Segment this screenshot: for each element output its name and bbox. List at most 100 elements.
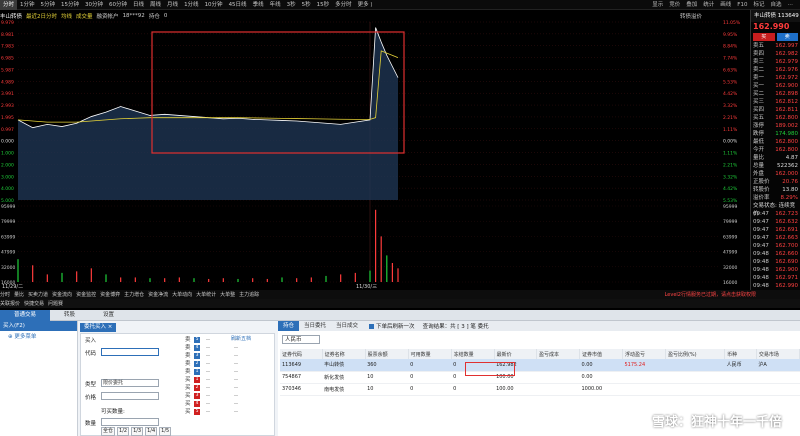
indicator-item[interactable]: 资金净流 bbox=[148, 291, 168, 298]
price-input[interactable] bbox=[101, 392, 159, 400]
column-header[interactable]: 证券市值 bbox=[579, 349, 623, 359]
secondary-item[interactable]: 问题赛 bbox=[48, 300, 63, 307]
indicator-item[interactable]: 资金监控 bbox=[76, 291, 96, 298]
toolbar-item[interactable]: 叠加 bbox=[683, 0, 700, 10]
quote-stat: 涨停 189.002 bbox=[751, 122, 800, 130]
table-cell: 754867 bbox=[280, 371, 323, 384]
period-tab[interactable]: 5秒 bbox=[299, 0, 314, 10]
period-tab[interactable]: 15秒 bbox=[314, 0, 333, 10]
range-label[interactable]: 最近2日分时 bbox=[26, 12, 57, 20]
period-tab[interactable]: 季线 bbox=[250, 0, 267, 10]
column-header[interactable]: 交易市场 bbox=[756, 349, 800, 359]
qty-ratio-button[interactable]: 1/4 bbox=[145, 427, 158, 436]
period-tab[interactable]: 30分钟 bbox=[82, 0, 106, 10]
premium-label[interactable]: 转债溢价 bbox=[680, 12, 702, 20]
indicator-item[interactable]: 大单动向 bbox=[172, 291, 192, 298]
qty-ratio-button[interactable]: 1/3 bbox=[131, 427, 144, 436]
period-tab[interactable]: 60分钟 bbox=[106, 0, 130, 10]
period-tab[interactable]: 周线 bbox=[147, 0, 164, 10]
trade-tab[interactable]: 普通交易 bbox=[0, 309, 51, 321]
indicator-item[interactable]: 资金博弈 bbox=[100, 291, 120, 298]
period-tab[interactable]: 月线 bbox=[164, 0, 181, 10]
period-tab[interactable]: 1分钟 bbox=[17, 0, 38, 10]
positions-tab[interactable]: 当日委托 bbox=[299, 321, 331, 331]
column-header[interactable]: 冻结数量 bbox=[451, 349, 495, 359]
qty-input[interactable] bbox=[101, 418, 159, 426]
quick-sell-button[interactable]: 卖 bbox=[776, 33, 798, 41]
ask-level-value: 162.976 bbox=[775, 67, 798, 73]
nav-buy[interactable]: 买入(F2) bbox=[0, 321, 77, 331]
currency-select[interactable]: 人民币 bbox=[282, 335, 320, 344]
positions-tab[interactable]: 当日成交 bbox=[331, 321, 363, 331]
period-tab[interactable]: 分时 bbox=[0, 0, 18, 10]
qty-ratio-button[interactable]: 1/2 bbox=[117, 427, 130, 436]
refresh-after-order[interactable]: 下单后刷新一次 bbox=[369, 322, 415, 330]
indicator-item[interactable]: 资金流向 bbox=[52, 291, 72, 298]
column-header[interactable]: 盈亏比例(%) bbox=[665, 349, 726, 359]
tick-row-value: 162.691 bbox=[775, 227, 798, 233]
book-price: -- bbox=[206, 393, 210, 399]
table-row[interactable]: 370346 南电发债 10 0 0 100.00 1000.00 bbox=[280, 383, 800, 396]
toolbar-item[interactable]: 统计 bbox=[700, 0, 717, 10]
toolbar-item[interactable]: 显示 bbox=[649, 0, 666, 10]
toolbar-item[interactable]: 标记 bbox=[750, 0, 767, 10]
period-tab[interactable]: 多分时 bbox=[332, 0, 355, 10]
column-header[interactable]: 最新价 bbox=[494, 349, 537, 359]
indicator-item[interactable]: 大单整 bbox=[220, 291, 235, 298]
indicator-item[interactable]: 大单统计 bbox=[196, 291, 216, 298]
column-header[interactable]: 浮动盈亏 bbox=[622, 349, 666, 359]
period-tab[interactable]: 5分钟 bbox=[38, 0, 59, 10]
table-row[interactable]: 754867 新化发债 10 0 0 100.00 0.00 bbox=[280, 371, 800, 384]
column-header[interactable]: 证券名称 bbox=[322, 349, 366, 359]
period-tab[interactable]: 1分线 bbox=[181, 0, 202, 10]
order-book: 卖五 162.997 卖四 162.982 卖三 162.979 卖二 162.976 卖一 16… bbox=[751, 42, 800, 290]
period-tab[interactable]: 45日线 bbox=[226, 0, 250, 10]
order-type-select[interactable]: 限价委托 bbox=[101, 379, 159, 387]
indicator-item[interactable]: 量比 bbox=[14, 291, 24, 298]
ask-level-label: 卖一 bbox=[753, 75, 765, 81]
indicator-item[interactable]: 买卖力道 bbox=[28, 291, 48, 298]
nav-more-menu[interactable]: ⊕ 更多菜单 bbox=[0, 331, 77, 343]
period-tab[interactable]: 年线 bbox=[267, 0, 284, 10]
toolbar-item[interactable]: 自选 bbox=[767, 0, 784, 10]
trade-left-nav: 买入(F2) ⊕ 更多菜单 bbox=[0, 321, 78, 436]
indicator-item[interactable]: 分时 bbox=[0, 291, 10, 298]
column-header[interactable]: 股票余额 bbox=[365, 349, 409, 359]
positions-tab[interactable]: 持仓 bbox=[278, 321, 300, 331]
code-input[interactable] bbox=[101, 348, 159, 356]
checkbox-icon[interactable] bbox=[369, 324, 375, 329]
level2-warning[interactable]: Level2行情服务已过期，请点击获取权限 bbox=[665, 291, 756, 298]
volume-tick-right: 63999 bbox=[723, 234, 737, 240]
period-tab[interactable]: 10分钟 bbox=[202, 0, 226, 10]
period-tab[interactable]: 更多 ⟩ bbox=[355, 0, 376, 10]
column-header[interactable]: 可用数量 bbox=[408, 349, 452, 359]
column-header[interactable]: 证券代码 bbox=[280, 349, 323, 359]
column-header[interactable]: 币种 bbox=[724, 349, 757, 359]
tick-row-value: 162.663 bbox=[775, 235, 798, 241]
indicator-item[interactable]: 主力增仓 bbox=[124, 291, 144, 298]
secondary-item[interactable]: 关联报价 bbox=[0, 300, 20, 307]
tick-row-value: 162.660 bbox=[775, 251, 798, 257]
period-tab[interactable]: 日线 bbox=[130, 0, 147, 10]
toolbar-item[interactable]: ⋯ bbox=[785, 0, 797, 10]
secondary-item[interactable]: 快捷交易 bbox=[24, 300, 44, 307]
indicator-item[interactable]: 主力追踪 bbox=[239, 291, 259, 298]
toolbar-item[interactable]: 画线 bbox=[717, 0, 734, 10]
toolbar-item[interactable]: 竞价 bbox=[666, 0, 683, 10]
qty-ratio-button[interactable]: 全仓 bbox=[101, 427, 116, 436]
period-tab[interactable]: 15分钟 bbox=[58, 0, 82, 10]
chart-svg[interactable]: 9.979 11.05% 8.981 9.95% 7.983 8.84% 6.985 7.74… bbox=[0, 20, 750, 290]
y-tick-right: 1.11% bbox=[723, 127, 738, 133]
table-cell: 0 bbox=[408, 359, 452, 372]
qty-ratio-button[interactable]: 1/5 bbox=[159, 427, 172, 436]
order-buy-tab[interactable]: 委托买入 × bbox=[80, 323, 117, 332]
column-header[interactable]: 盈亏成本 bbox=[536, 349, 580, 359]
table-row[interactable]: 113649 丰山转债 360 0 0 162.982 0.00 5175.24 人民币 沪A bbox=[280, 359, 800, 372]
intraday-chart[interactable]: 9.979 11.05% 8.981 9.95% 7.983 8.84% 6.985 7.74… bbox=[0, 20, 750, 290]
trade-tab[interactable]: 设置 bbox=[89, 310, 128, 321]
trade-tab[interactable]: 转股 bbox=[50, 310, 89, 321]
period-tab[interactable]: 3秒 bbox=[284, 0, 299, 10]
y-tick-right: 9.95% bbox=[723, 32, 738, 38]
quick-buy-button[interactable]: 买 bbox=[753, 33, 775, 41]
toolbar-item[interactable]: F10 bbox=[734, 0, 750, 10]
